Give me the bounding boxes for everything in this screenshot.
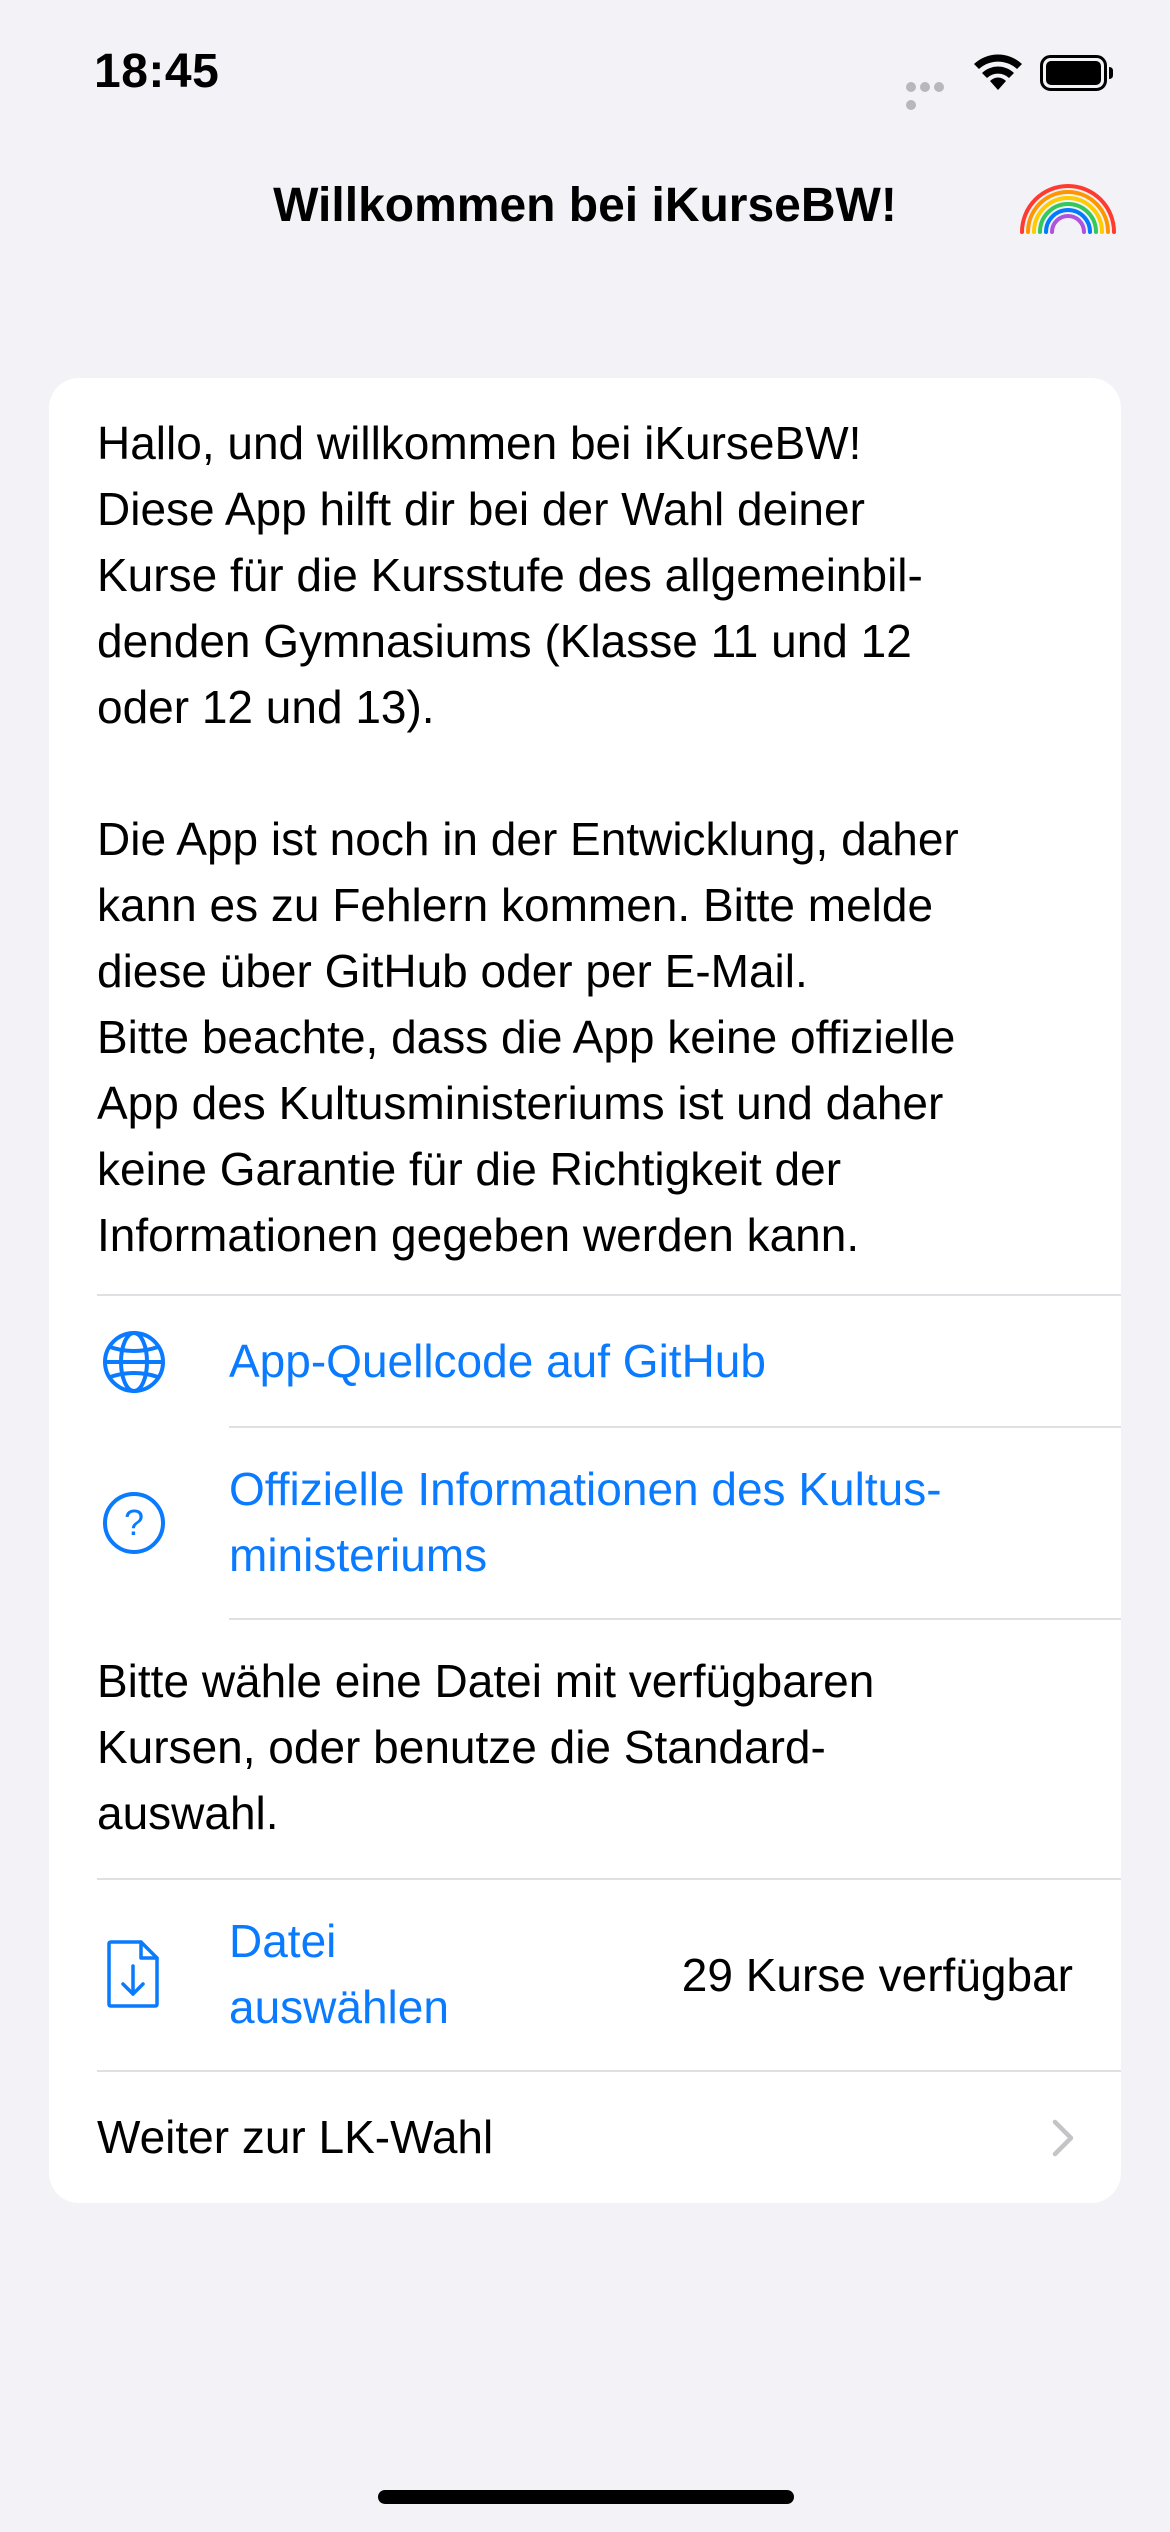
globe-icon [103,1331,165,1393]
welcome-card: Hallo, und willkommen bei iKurseBW! Dies… [49,378,1121,2203]
continue-label: Weiter zur LK-Wahl [97,2111,494,2163]
status-bar: 18:45 [0,0,1170,150]
question-circle-icon: ? [103,1492,165,1554]
home-indicator[interactable] [378,2490,794,2504]
available-courses-count: 29 Kurse verfügbar [681,1949,1073,2001]
rainbow-icon[interactable] [1018,180,1118,236]
github-link-row[interactable]: App-Quellcode auf GitHub [49,1296,1121,1426]
svg-text:?: ? [124,1502,144,1543]
ministry-link-label[interactable]: Offizielle Informationen des Kultus- min… [229,1456,942,1588]
intro-text: Hallo, und willkommen bei iKurseBW! Dies… [97,417,959,1261]
ministry-link-row[interactable]: ? Offizielle Informationen des Kultus- m… [49,1428,1121,1618]
continue-lk-selection-row[interactable]: Weiter zur LK-Wahl [49,2072,1121,2203]
file-select-row[interactable]: Datei auswählen 29 Kurse verfügbar [49,1880,1121,2070]
github-link-label[interactable]: App-Quellcode auf GitHub [229,1328,766,1394]
wifi-icon [974,54,1022,90]
document-download-icon [107,1940,159,2008]
status-time: 18:45 [94,45,220,98]
select-file-button[interactable]: Datei auswählen [229,1908,449,2040]
choose-file-text: Bitte wähle eine Datei mit verfügbaren K… [97,1655,875,1839]
cellular-signal-icon [906,82,958,110]
chevron-right-icon [1052,2119,1074,2157]
separator [229,1618,1121,1620]
page-title: Willkommen bei iKurseBW! [273,179,897,232]
battery-icon [1040,55,1113,91]
